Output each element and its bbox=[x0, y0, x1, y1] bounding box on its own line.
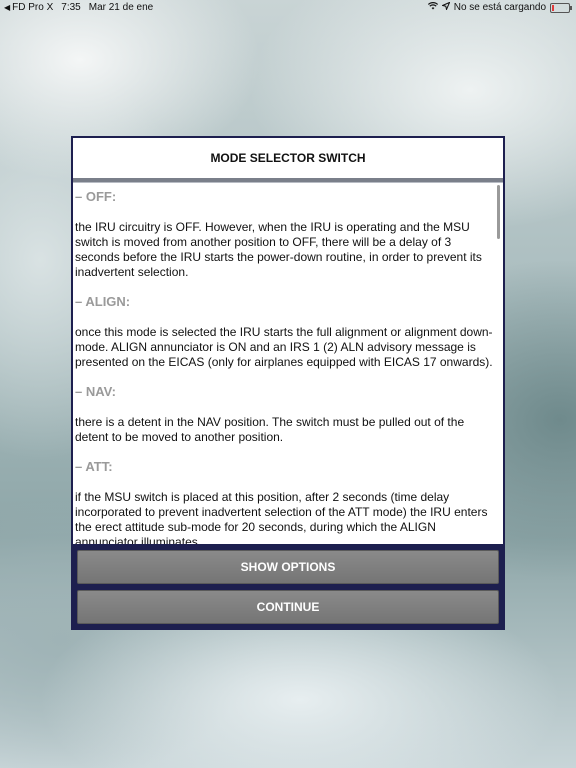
section-text: once this mode is selected the IRU start… bbox=[75, 325, 493, 369]
location-arrow-icon bbox=[440, 1, 451, 13]
section-align: – ALIGN: once this mode is selected the … bbox=[75, 294, 497, 370]
section-text: if the MSU switch is placed at this posi… bbox=[75, 490, 488, 544]
status-date: Mar 21 de ene bbox=[88, 2, 154, 13]
scrollbar-thumb[interactable] bbox=[497, 185, 500, 239]
section-text: there is a detent in the NAV position. T… bbox=[75, 415, 465, 444]
dialog-content-scroll[interactable]: – OFF: the IRU circuitry is OFF. However… bbox=[73, 182, 503, 544]
section-title: – NAV: bbox=[75, 384, 116, 399]
back-to-app-link[interactable]: ◀ FD Pro X bbox=[4, 2, 53, 13]
section-text: the IRU circuitry is OFF. However, when … bbox=[75, 220, 482, 279]
battery-icon bbox=[550, 2, 572, 13]
mode-selector-dialog: MODE SELECTOR SWITCH – OFF: the IRU circ… bbox=[71, 136, 505, 630]
status-bar: ◀ FD Pro X 7:35 Mar 21 de ene No se está… bbox=[0, 0, 576, 16]
section-title: – ATT: bbox=[75, 459, 113, 474]
wifi-icon bbox=[427, 2, 438, 13]
charging-status-text: No se está cargando bbox=[453, 2, 546, 13]
continue-button[interactable]: CONTINUE bbox=[77, 590, 499, 624]
back-triangle-icon: ◀ bbox=[4, 3, 11, 12]
status-time: 7:35 bbox=[61, 2, 81, 13]
section-att: – ATT: if the MSU switch is placed at th… bbox=[75, 459, 497, 544]
section-title: – OFF: bbox=[75, 189, 117, 204]
dialog-title: MODE SELECTOR SWITCH bbox=[73, 138, 503, 178]
back-app-label: FD Pro X bbox=[12, 2, 54, 13]
section-nav: – NAV: there is a detent in the NAV posi… bbox=[75, 384, 497, 445]
show-options-button[interactable]: SHOW OPTIONS bbox=[77, 550, 499, 584]
section-title: – ALIGN: bbox=[75, 294, 131, 309]
section-off: – OFF: the IRU circuitry is OFF. However… bbox=[75, 189, 497, 280]
